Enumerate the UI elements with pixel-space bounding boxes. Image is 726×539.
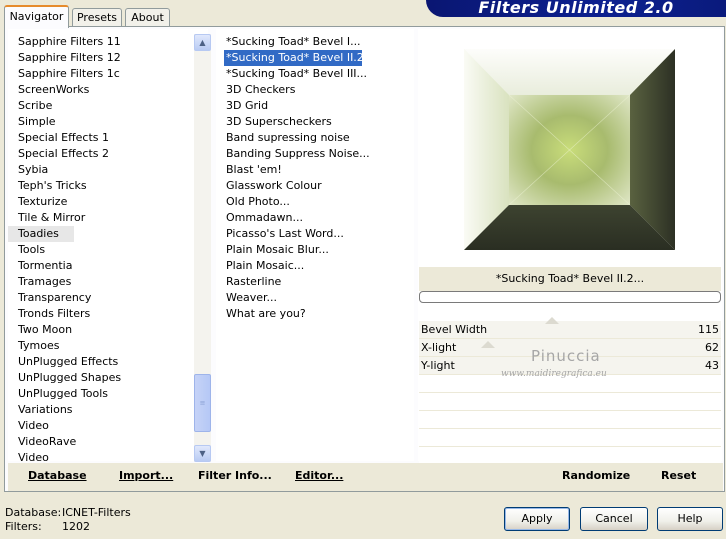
category-item[interactable]: Tools <box>8 242 192 258</box>
filter-item[interactable]: Picasso's Last Word... <box>216 226 414 242</box>
param-name: X-light <box>421 341 457 354</box>
filter-item[interactable]: *Sucking Toad* Bevel II.2... <box>224 50 362 66</box>
param-value: 43 <box>705 359 719 372</box>
category-item[interactable]: Variations <box>8 402 192 418</box>
param-row-empty <box>419 429 721 447</box>
category-item[interactable]: ScreenWorks <box>8 82 192 98</box>
category-item[interactable]: Tormentia <box>8 258 192 274</box>
filter-item[interactable]: Plain Mosaic Blur... <box>216 242 414 258</box>
scroll-down-button[interactable]: ▼ <box>194 445 211 462</box>
filter-item[interactable]: *Sucking Toad* Bevel III... <box>216 66 414 82</box>
category-item[interactable]: Toadies <box>8 226 74 242</box>
param-row-empty <box>419 393 721 411</box>
filter-item[interactable]: 3D Grid <box>216 98 414 114</box>
category-item[interactable]: Tronds Filters <box>8 306 192 322</box>
filter-preview-image <box>464 49 675 250</box>
preview-panel: *Sucking Toad* Bevel II.2... Bevel Width… <box>418 29 722 465</box>
filter-item[interactable]: Old Photo... <box>216 194 414 210</box>
filter-list-panel: *Sucking Toad* Bevel I... *Sucking Toad* … <box>216 29 414 461</box>
editor-button[interactable]: Editor... <box>295 469 343 482</box>
category-item[interactable]: Scribe <box>8 98 192 114</box>
category-item[interactable]: UnPlugged Effects <box>8 354 192 370</box>
category-scrollbar[interactable]: ▲ ≡ ▼ <box>194 34 211 462</box>
category-item[interactable]: Teph's Tricks <box>8 178 192 194</box>
database-value: ICNET-Filters <box>62 506 131 519</box>
category-item[interactable]: Two Moon <box>8 322 192 338</box>
category-item[interactable]: Tramages <box>8 274 192 290</box>
category-item[interactable]: Video <box>8 418 192 434</box>
filter-list[interactable]: *Sucking Toad* Bevel I... *Sucking Toad* … <box>216 34 414 322</box>
status-area: Database:ICNET-Filters Filters: 1202 <box>5 506 131 534</box>
import-button[interactable]: Import... <box>119 469 173 482</box>
category-item[interactable]: Sapphire Filters 12 <box>8 50 192 66</box>
category-item[interactable]: Simple <box>8 114 192 130</box>
category-item[interactable]: VideoRave <box>8 434 192 450</box>
tab-navigator[interactable]: Navigator <box>4 5 69 28</box>
apply-button[interactable]: Apply <box>504 507 570 531</box>
filter-item[interactable]: *Sucking Toad* Bevel I... <box>216 34 414 50</box>
parameter-list: Bevel Width 115 X-light 62 Y-light 43 Pi… <box>419 317 721 465</box>
category-item[interactable]: Sapphire Filters 11 <box>8 34 192 50</box>
param-row-empty <box>419 411 721 429</box>
app-banner: Filters Unlimited 2.0 <box>426 0 726 17</box>
category-item[interactable]: Tile & Mirror <box>8 210 192 226</box>
filter-item[interactable]: Banding Suppress Noise... <box>216 146 414 162</box>
category-item[interactable]: Special Effects 2 <box>8 146 192 162</box>
database-label: Database: <box>5 506 62 519</box>
param-row[interactable]: Bevel Width 115 <box>419 321 721 339</box>
filter-item[interactable]: Band supressing noise <box>216 130 414 146</box>
filters-count-value: 1202 <box>62 520 90 533</box>
category-item[interactable]: Sapphire Filters 1c <box>8 66 192 82</box>
filter-item[interactable]: Plain Mosaic... <box>216 258 414 274</box>
tab-about[interactable]: About <box>125 8 170 27</box>
database-button[interactable]: Database <box>28 469 87 482</box>
slider-marker <box>481 341 495 348</box>
slider-marker <box>545 317 559 324</box>
current-filter-name: *Sucking Toad* Bevel II.2... <box>419 267 721 291</box>
randomize-button[interactable]: Randomize <box>562 469 630 482</box>
filter-item[interactable]: Blast 'em! <box>216 162 414 178</box>
scroll-up-button[interactable]: ▲ <box>194 34 211 51</box>
filter-item[interactable]: Ommadawn... <box>216 210 414 226</box>
main-panel: Sapphire Filters 11 Sapphire Filters 12 Sa… <box>4 26 725 492</box>
param-value: 62 <box>705 341 719 354</box>
filter-item[interactable]: 3D Superscheckers <box>216 114 414 130</box>
category-item[interactable]: UnPlugged Tools <box>8 386 192 402</box>
watermark: Pinuccia <box>531 347 601 365</box>
category-item[interactable]: Tymoes <box>8 338 192 354</box>
filter-item[interactable]: Glasswork Colour <box>216 178 414 194</box>
reset-button[interactable]: Reset <box>661 469 696 482</box>
category-item[interactable]: Transparency <box>8 290 192 306</box>
help-button[interactable]: Help <box>657 507 723 531</box>
category-item[interactable]: UnPlugged Shapes <box>8 370 192 386</box>
scroll-thumb[interactable]: ≡ <box>194 374 211 432</box>
category-list-panel: Sapphire Filters 11 Sapphire Filters 12 Sa… <box>8 29 211 464</box>
bottom-toolbar: Database Import... Filter Info... Editor… <box>8 463 723 491</box>
filter-info-button[interactable]: Filter Info... <box>198 469 272 482</box>
filters-count-label: Filters: <box>5 520 42 533</box>
param-name: Bevel Width <box>421 323 488 336</box>
watermark-url: www.maidiregrafica.eu <box>501 369 607 379</box>
category-item[interactable]: Texturize <box>8 194 192 210</box>
filter-item[interactable]: 3D Checkers <box>216 82 414 98</box>
filter-item[interactable]: What are you? <box>216 306 414 322</box>
tab-presets[interactable]: Presets <box>72 8 122 27</box>
cancel-button[interactable]: Cancel <box>580 507 648 531</box>
filter-item[interactable]: Rasterline <box>216 274 414 290</box>
param-name: Y-light <box>421 359 455 372</box>
progress-bar <box>419 291 721 303</box>
filter-item[interactable]: Weaver... <box>216 290 414 306</box>
category-list[interactable]: Sapphire Filters 11 Sapphire Filters 12 Sa… <box>8 34 192 466</box>
param-value: 115 <box>698 323 719 336</box>
category-item[interactable]: Sybia <box>8 162 192 178</box>
category-item[interactable]: Special Effects 1 <box>8 130 192 146</box>
